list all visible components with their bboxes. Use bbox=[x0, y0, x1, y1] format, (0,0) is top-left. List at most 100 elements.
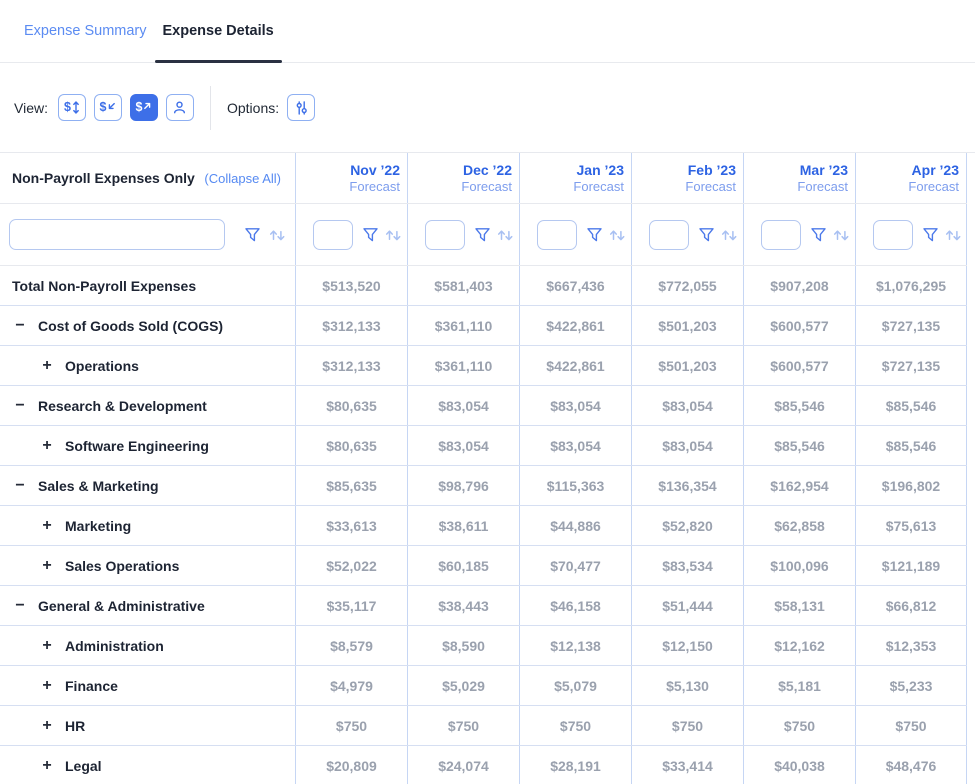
sort-arrows-icon[interactable] bbox=[720, 227, 739, 243]
value-cell[interactable]: $750 bbox=[631, 706, 743, 745]
value-cell[interactable]: $162,954 bbox=[743, 466, 855, 505]
value-cell[interactable]: $85,546 bbox=[855, 386, 967, 425]
value-cell[interactable]: $5,079 bbox=[519, 666, 631, 705]
value-cell[interactable]: $80,635 bbox=[295, 386, 407, 425]
plus-icon[interactable]: + bbox=[39, 638, 55, 654]
dollar-updown-view-button[interactable]: $ bbox=[58, 94, 86, 121]
filter-funnel-icon[interactable] bbox=[810, 227, 827, 243]
value-cell[interactable]: $136,354 bbox=[631, 466, 743, 505]
value-cell[interactable]: $5,029 bbox=[407, 666, 519, 705]
value-cell[interactable]: $28,191 bbox=[519, 746, 631, 784]
value-cell[interactable]: $312,133 bbox=[295, 306, 407, 345]
sort-arrows-icon[interactable] bbox=[944, 227, 963, 243]
value-cell[interactable]: $501,203 bbox=[631, 346, 743, 385]
minus-icon[interactable]: − bbox=[12, 398, 28, 414]
value-cell[interactable]: $750 bbox=[519, 706, 631, 745]
value-cell[interactable]: $12,162 bbox=[743, 626, 855, 665]
sort-arrows-icon[interactable] bbox=[384, 227, 403, 243]
plus-icon[interactable]: + bbox=[39, 758, 55, 774]
sort-arrows-icon[interactable] bbox=[268, 227, 287, 243]
plus-icon[interactable]: + bbox=[39, 438, 55, 454]
value-cell[interactable]: $750 bbox=[295, 706, 407, 745]
value-cell[interactable]: $121,189 bbox=[855, 546, 967, 585]
value-cell[interactable]: $667,436 bbox=[519, 266, 631, 305]
value-cell[interactable]: $83,534 bbox=[631, 546, 743, 585]
tab-expense-details[interactable]: Expense Details bbox=[155, 0, 282, 62]
filter-funnel-icon[interactable] bbox=[362, 227, 379, 243]
value-cell[interactable]: $5,233 bbox=[855, 666, 967, 705]
value-cell[interactable]: $5,130 bbox=[631, 666, 743, 705]
people-view-button[interactable] bbox=[166, 94, 194, 121]
value-cell[interactable]: $66,812 bbox=[855, 586, 967, 625]
column-filter-input[interactable] bbox=[313, 220, 353, 250]
value-cell[interactable]: $75,613 bbox=[855, 506, 967, 545]
value-cell[interactable]: $51,444 bbox=[631, 586, 743, 625]
value-cell[interactable]: $48,476 bbox=[855, 746, 967, 784]
value-cell[interactable]: $85,635 bbox=[295, 466, 407, 505]
plus-icon[interactable]: + bbox=[39, 358, 55, 374]
column-filter-input[interactable] bbox=[761, 220, 801, 250]
value-cell[interactable]: $33,414 bbox=[631, 746, 743, 784]
value-cell[interactable]: $83,054 bbox=[519, 426, 631, 465]
value-cell[interactable]: $83,054 bbox=[631, 386, 743, 425]
value-cell[interactable]: $581,403 bbox=[407, 266, 519, 305]
column-filter-input[interactable] bbox=[873, 220, 913, 250]
value-cell[interactable]: $83,054 bbox=[407, 426, 519, 465]
value-cell[interactable]: $12,353 bbox=[855, 626, 967, 665]
value-cell[interactable]: $85,546 bbox=[743, 426, 855, 465]
options-settings-button[interactable] bbox=[287, 94, 315, 121]
column-filter-input[interactable] bbox=[425, 220, 465, 250]
value-cell[interactable]: $70,477 bbox=[519, 546, 631, 585]
value-cell[interactable]: $46,158 bbox=[519, 586, 631, 625]
column-filter-input[interactable] bbox=[537, 220, 577, 250]
value-cell[interactable]: $98,796 bbox=[407, 466, 519, 505]
value-cell[interactable]: $8,579 bbox=[295, 626, 407, 665]
value-cell[interactable]: $196,802 bbox=[855, 466, 967, 505]
value-cell[interactable]: $100,096 bbox=[743, 546, 855, 585]
value-cell[interactable]: $750 bbox=[743, 706, 855, 745]
value-cell[interactable]: $5,181 bbox=[743, 666, 855, 705]
value-cell[interactable]: $115,363 bbox=[519, 466, 631, 505]
value-cell[interactable]: $24,074 bbox=[407, 746, 519, 784]
value-cell[interactable]: $38,611 bbox=[407, 506, 519, 545]
minus-icon[interactable]: − bbox=[12, 318, 28, 334]
dollar-collapse-view-button[interactable]: $ bbox=[94, 94, 122, 121]
filter-funnel-icon[interactable] bbox=[698, 227, 715, 243]
filter-funnel-icon[interactable] bbox=[244, 227, 261, 243]
value-cell[interactable]: $513,520 bbox=[295, 266, 407, 305]
value-cell[interactable]: $4,979 bbox=[295, 666, 407, 705]
sort-arrows-icon[interactable] bbox=[608, 227, 627, 243]
value-cell[interactable]: $62,858 bbox=[743, 506, 855, 545]
minus-icon[interactable]: − bbox=[12, 478, 28, 494]
value-cell[interactable]: $83,054 bbox=[519, 386, 631, 425]
value-cell[interactable]: $60,185 bbox=[407, 546, 519, 585]
filter-funnel-icon[interactable] bbox=[586, 227, 603, 243]
plus-icon[interactable]: + bbox=[39, 518, 55, 534]
value-cell[interactable]: $52,022 bbox=[295, 546, 407, 585]
plus-icon[interactable]: + bbox=[39, 558, 55, 574]
value-cell[interactable]: $85,546 bbox=[855, 426, 967, 465]
value-cell[interactable]: $8,590 bbox=[407, 626, 519, 665]
value-cell[interactable]: $727,135 bbox=[855, 306, 967, 345]
value-cell[interactable]: $907,208 bbox=[743, 266, 855, 305]
dollar-expand-view-button[interactable]: $ bbox=[130, 94, 158, 121]
value-cell[interactable]: $35,117 bbox=[295, 586, 407, 625]
value-cell[interactable]: $422,861 bbox=[519, 306, 631, 345]
value-cell[interactable]: $361,110 bbox=[407, 306, 519, 345]
column-filter-input[interactable] bbox=[649, 220, 689, 250]
value-cell[interactable]: $38,443 bbox=[407, 586, 519, 625]
collapse-all-link[interactable]: (Collapse All) bbox=[204, 171, 281, 186]
value-cell[interactable]: $750 bbox=[855, 706, 967, 745]
value-cell[interactable]: $83,054 bbox=[631, 426, 743, 465]
sort-arrows-icon[interactable] bbox=[496, 227, 515, 243]
value-cell[interactable]: $52,820 bbox=[631, 506, 743, 545]
value-cell[interactable]: $501,203 bbox=[631, 306, 743, 345]
value-cell[interactable]: $600,577 bbox=[743, 306, 855, 345]
value-cell[interactable]: $750 bbox=[407, 706, 519, 745]
sort-arrows-icon[interactable] bbox=[832, 227, 851, 243]
minus-icon[interactable]: − bbox=[12, 598, 28, 614]
value-cell[interactable]: $40,038 bbox=[743, 746, 855, 784]
plus-icon[interactable]: + bbox=[39, 718, 55, 734]
plus-icon[interactable]: + bbox=[39, 678, 55, 694]
value-cell[interactable]: $12,138 bbox=[519, 626, 631, 665]
